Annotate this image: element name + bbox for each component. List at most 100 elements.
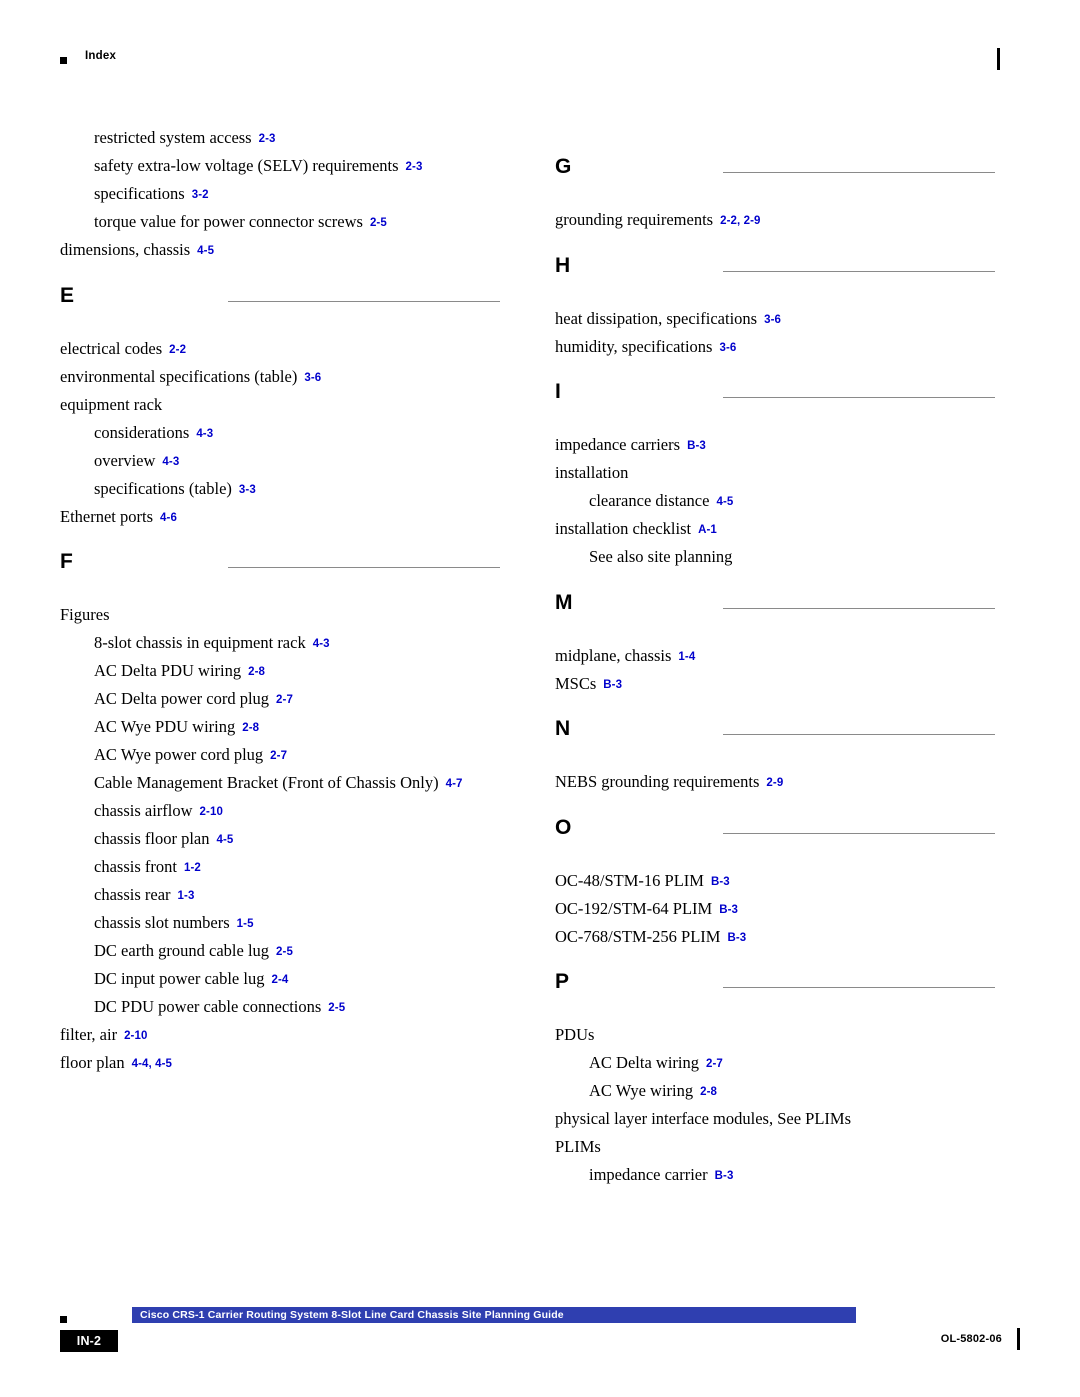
index-page-reference[interactable]: 3-2 [192,189,209,201]
index-entry: grounding requirements 2-2, 2-9 [555,211,995,229]
index-entry: OC-768/STM-256 PLIM B-3 [555,926,995,946]
index-page-reference[interactable]: 2-7 [270,750,287,762]
index-entry-text: specifications [94,184,185,203]
index-page-reference[interactable]: 1-3 [178,890,195,902]
index-letter-label: I [555,380,561,403]
index-entry-text: AC Wye wiring [589,1081,694,1100]
index-page-reference[interactable]: A-1 [698,524,717,536]
index-entry-text: AC Wye PDU wiring [94,717,236,736]
index-entry-text: clearance distance [589,491,710,510]
index-page-reference[interactable]: 1-4 [678,651,695,663]
index-entry: AC Wye power cord plug 2-7 [60,746,500,764]
index-entry: torque value for power connector screws 2… [60,213,500,231]
index-entry: See also site planning [555,548,995,566]
index-letter-label: P [555,970,570,993]
index-entry: chassis rear 1-3 [60,885,500,904]
index-entry-text: midplane, chassis [555,645,672,665]
index-entry-text: OC-48/STM-16 PLIM [555,870,704,890]
index-page-reference[interactable]: 2-7 [276,694,293,706]
index-page-reference[interactable]: 2-8 [700,1086,717,1098]
index-page-reference[interactable]: 2-2, 2-9 [720,215,760,227]
index-letter-label: N [555,717,571,740]
index-page-reference[interactable]: 3-6 [719,342,736,354]
index-page-reference[interactable]: B-3 [711,876,730,888]
index-page-reference[interactable]: 2-9 [766,777,783,789]
index-entry-text: floor plan [60,1053,125,1072]
footer-square-marker [60,1316,67,1323]
index-page-reference[interactable]: 4-7 [446,778,463,790]
index-entry-text: physical layer interface modules, See PL… [555,1109,851,1128]
header-title: Index [85,50,117,62]
index-page-reference[interactable]: 2-4 [271,974,288,986]
index-entry-text: considerations [94,422,190,442]
index-letter-label: F [60,550,73,573]
index-page-reference[interactable]: 1-5 [237,918,254,930]
index-entry-text: safety extra-low voltage (SELV) requirem… [94,156,399,175]
index-page-reference[interactable]: 4-3 [313,638,330,650]
index-entry-text: impedance carriers [555,435,681,454]
index-entry-text: impedance carrier [589,1165,708,1184]
index-entry-text: heat dissipation, specifications [555,308,758,328]
index-entry: humidity, specifications 3-6 [555,338,995,356]
index-entry-text: 8-slot chassis in equipment rack [94,633,306,652]
index-page-reference[interactable]: 2-3 [406,161,423,173]
index-page-reference[interactable]: 2-5 [370,217,387,229]
index-page-reference[interactable]: 4-5 [216,834,233,846]
index-entry-text: overview [94,450,156,470]
index-entry: DC input power cable lug 2-4 [60,970,500,988]
index-entry-text: equipment rack [60,394,163,414]
index-page-reference[interactable]: 2-5 [276,946,293,958]
index-entry-text: installation [555,463,629,482]
index-page-reference[interactable]: 2-5 [328,1002,345,1014]
index-page-reference[interactable]: 2-10 [124,1030,147,1042]
index-entry-text: MSCs [555,673,597,693]
index-entry: DC earth ground cable lug 2-5 [60,942,500,960]
index-page-reference[interactable]: 4-5 [716,496,733,508]
index-page-reference[interactable]: 4-3 [162,456,179,468]
index-page-reference[interactable]: 4-4, 4-5 [132,1058,172,1070]
index-entry: installation checklist A-1 [555,520,995,538]
index-letter-heading: F [60,551,500,597]
index-page-reference[interactable]: 4-6 [160,512,177,524]
index-left-column: restricted system access 2-3 safety extra-… [60,129,500,1083]
index-page-reference[interactable]: 4-3 [196,428,213,440]
index-page-reference[interactable]: B-3 [727,932,746,944]
index-page-reference[interactable]: 2-7 [706,1058,723,1070]
index-entry-text: chassis front [94,857,177,876]
index-page-reference[interactable]: 2-8 [242,722,259,734]
index-page-reference[interactable]: B-3 [687,440,706,452]
index-entry: impedance carriers B-3 [555,435,995,454]
index-entry: chassis airflow 2-10 [60,802,500,820]
index-page-reference[interactable]: 2-3 [259,133,276,145]
index-page-reference[interactable]: 3-6 [304,372,321,384]
index-page-reference[interactable]: 2-2 [169,344,186,356]
index-entry-text: electrical codes [60,338,163,358]
index-entry-text: specifications (table) [94,478,232,498]
index-page-reference[interactable]: 2-8 [248,666,265,678]
index-letter-label: M [555,590,573,614]
index-entry-text: Ethernet ports [60,506,154,526]
index-page-reference[interactable]: 3-3 [239,484,256,496]
footer-document-title: Cisco CRS-1 Carrier Routing System 8-Slo… [140,1309,564,1321]
index-entry: Figures [60,606,500,624]
index-page-reference[interactable]: B-3 [603,679,622,691]
index-page-reference[interactable]: 2-10 [200,806,223,818]
index-entry-text: AC Delta PDU wiring [94,661,242,680]
index-page-reference[interactable]: 4-5 [197,245,214,257]
index-entry: equipment rack [60,394,500,414]
index-entry: physical layer interface modules, See PL… [555,1109,995,1128]
index-entry: PDUs [555,1026,995,1044]
index-page-reference[interactable]: 3-6 [764,314,781,326]
index-page-reference[interactable]: 1-2 [184,862,201,874]
index-letter-heading: H [555,255,995,301]
index-entry: restricted system access 2-3 [60,129,500,147]
index-entry: dimensions, chassis 4-5 [60,241,500,259]
index-letter-label: G [555,155,572,178]
index-letter-divider [723,832,995,834]
index-letter-heading: E [60,285,500,331]
index-entry-text: chassis rear [94,885,171,904]
index-page-reference[interactable]: B-3 [719,904,738,916]
index-page-reference[interactable]: B-3 [715,1170,734,1182]
index-entry-text: OC-768/STM-256 PLIM [555,926,721,946]
index-entry-text: chassis floor plan [94,829,210,848]
